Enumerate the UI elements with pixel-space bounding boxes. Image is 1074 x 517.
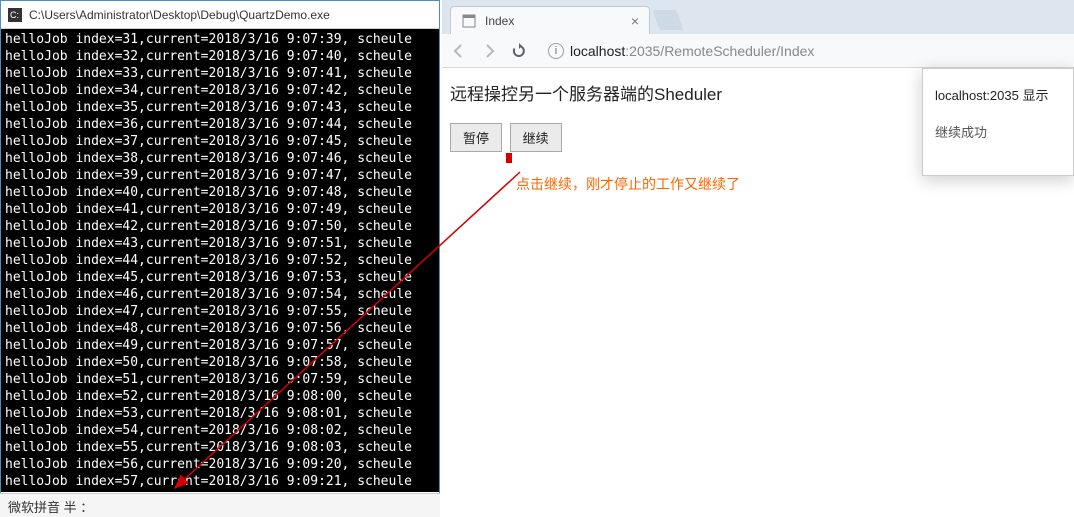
console-line: helloJob index=48,current=2018/3/16 9:07… — [5, 320, 435, 337]
pause-button[interactable]: 暂停 — [450, 123, 502, 152]
console-line: helloJob index=42,current=2018/3/16 9:07… — [5, 218, 435, 235]
dialog-title: localhost:2035 显示 — [935, 85, 1061, 104]
console-line: helloJob index=43,current=2018/3/16 9:07… — [5, 235, 435, 252]
browser-window: Index × i localhost:2035/RemoteScheduler… — [442, 0, 1074, 517]
svg-text:C:: C: — [10, 10, 19, 20]
console-line: helloJob index=32,current=2018/3/16 9:07… — [5, 48, 435, 65]
dialog-message: 继续成功 — [935, 122, 1061, 141]
url-host: localhost — [570, 43, 625, 59]
reload-icon[interactable] — [510, 42, 528, 60]
console-line: helloJob index=31,current=2018/3/16 9:07… — [5, 31, 435, 48]
tab-title: Index — [485, 14, 623, 28]
console-line: helloJob index=54,current=2018/3/16 9:08… — [5, 422, 435, 439]
console-title-text: C:\Users\Administrator\Desktop\Debug\Qua… — [29, 8, 330, 22]
console-line: helloJob index=35,current=2018/3/16 9:07… — [5, 99, 435, 116]
console-line: helloJob index=39,current=2018/3/16 9:07… — [5, 167, 435, 184]
console-line: helloJob index=38,current=2018/3/16 9:07… — [5, 150, 435, 167]
console-line: helloJob index=41,current=2018/3/16 9:07… — [5, 201, 435, 218]
console-line: helloJob index=33,current=2018/3/16 9:07… — [5, 65, 435, 82]
nav-bar: i localhost:2035/RemoteScheduler/Index — [442, 34, 1074, 68]
console-line: helloJob index=40,current=2018/3/16 9:07… — [5, 184, 435, 201]
console-line: helloJob index=34,current=2018/3/16 9:07… — [5, 82, 435, 99]
console-line: helloJob index=45,current=2018/3/16 9:07… — [5, 269, 435, 286]
console-line: helloJob index=51,current=2018/3/16 9:07… — [5, 371, 435, 388]
console-titlebar[interactable]: C: C:\Users\Administrator\Desktop\Debug\… — [1, 1, 439, 29]
annotation-text: 点击继续，刚才停止的工作又继续了 — [516, 174, 740, 194]
browser-tab[interactable]: Index × — [450, 6, 650, 34]
resume-button[interactable]: 继续 — [510, 123, 562, 152]
close-icon[interactable]: × — [631, 13, 639, 29]
tab-strip: Index × — [442, 0, 1074, 34]
console-app-icon: C: — [7, 7, 23, 23]
url-path: :2035/RemoteScheduler/Index — [625, 43, 814, 59]
forward-icon[interactable] — [480, 42, 498, 60]
console-line: helloJob index=44,current=2018/3/16 9:07… — [5, 252, 435, 269]
console-line: helloJob index=57,current=2018/3/16 9:09… — [5, 473, 435, 490]
new-tab-button[interactable] — [652, 10, 683, 30]
ime-text: 微软拼音 半 ： — [8, 500, 93, 515]
ime-status-bar: 微软拼音 半 ： — [0, 493, 440, 517]
console-line: helloJob index=49,current=2018/3/16 9:07… — [5, 337, 435, 354]
favicon-icon — [461, 13, 477, 29]
console-line: helloJob index=58,current=2018/3/16 9:09… — [5, 490, 435, 492]
console-line: helloJob index=37,current=2018/3/16 9:07… — [5, 133, 435, 150]
info-icon[interactable]: i — [548, 43, 564, 59]
console-output[interactable]: helloJob index=31,current=2018/3/16 9:07… — [1, 29, 439, 492]
console-line: helloJob index=56,current=2018/3/16 9:09… — [5, 456, 435, 473]
console-window: C: C:\Users\Administrator\Desktop\Debug\… — [0, 0, 440, 517]
console-line: helloJob index=55,current=2018/3/16 9:08… — [5, 439, 435, 456]
console-line: helloJob index=36,current=2018/3/16 9:07… — [5, 116, 435, 133]
back-icon[interactable] — [450, 42, 468, 60]
alert-dialog: localhost:2035 显示 继续成功 — [922, 68, 1074, 176]
console-line: helloJob index=46,current=2018/3/16 9:07… — [5, 286, 435, 303]
console-line: helloJob index=47,current=2018/3/16 9:07… — [5, 303, 435, 320]
console-line: helloJob index=50,current=2018/3/16 9:07… — [5, 354, 435, 371]
console-line: helloJob index=52,current=2018/3/16 9:08… — [5, 388, 435, 405]
url-bar[interactable]: i localhost:2035/RemoteScheduler/Index — [540, 37, 1066, 65]
console-line: helloJob index=53,current=2018/3/16 9:08… — [5, 405, 435, 422]
text-cursor — [506, 153, 512, 163]
